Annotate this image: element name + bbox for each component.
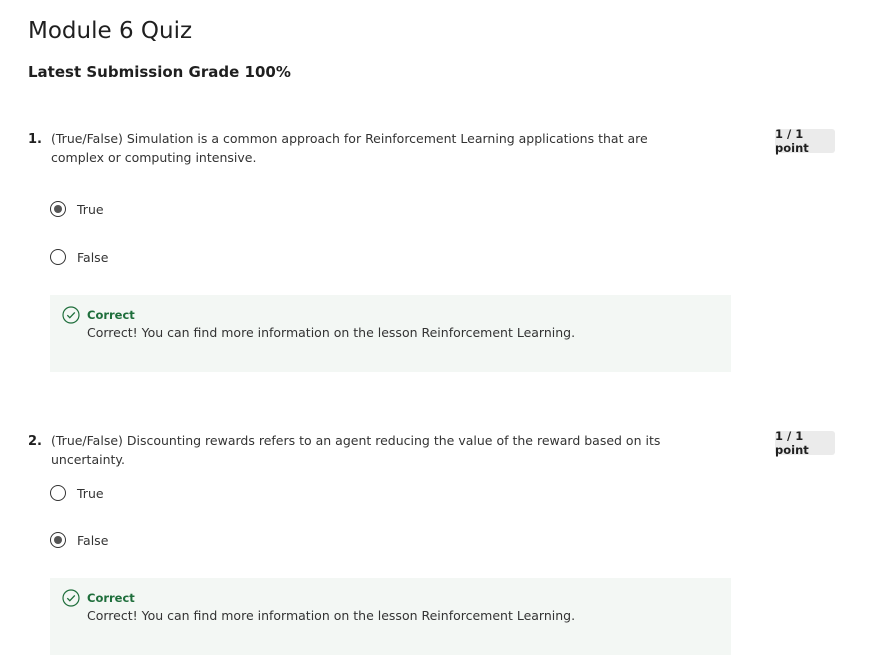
option-true[interactable]: True bbox=[50, 485, 104, 501]
points-badge: 1 / 1 point bbox=[775, 127, 835, 155]
question-text: (True/False) Discounting rewards refers … bbox=[51, 433, 661, 467]
radio-unselected[interactable] bbox=[50, 485, 66, 501]
question-number: 1. bbox=[28, 132, 42, 147]
option-false[interactable]: False bbox=[50, 249, 108, 265]
points-badge: 1 / 1 point bbox=[775, 429, 835, 457]
feedback-message: Correct! You can find more information o… bbox=[87, 608, 576, 623]
option-true[interactable]: True bbox=[50, 201, 104, 217]
option-label: False bbox=[77, 249, 109, 265]
question-number: 2. bbox=[28, 434, 42, 449]
check-circle-icon bbox=[62, 589, 80, 607]
option-label: True bbox=[77, 485, 104, 501]
feedback-status: Correct bbox=[87, 308, 135, 322]
option-label: True bbox=[77, 201, 104, 217]
feedback-message: Correct! You can find more information o… bbox=[87, 325, 576, 340]
option-false[interactable]: False bbox=[50, 532, 108, 548]
feedback-box: Correct Correct! You can find more infor… bbox=[50, 295, 731, 372]
feedback-box: Correct Correct! You can find more infor… bbox=[50, 578, 731, 655]
check-circle-icon bbox=[62, 306, 80, 324]
radio-selected[interactable] bbox=[50, 532, 66, 548]
feedback-status: Correct bbox=[87, 591, 135, 605]
radio-unselected[interactable] bbox=[50, 249, 66, 265]
radio-selected[interactable] bbox=[50, 201, 66, 217]
page-title: Module 6 Quiz bbox=[28, 18, 193, 44]
question-text: (True/False) Simulation is a common appr… bbox=[51, 131, 648, 165]
option-label: False bbox=[77, 532, 109, 548]
submission-grade: Latest Submission Grade 100% bbox=[28, 63, 291, 81]
